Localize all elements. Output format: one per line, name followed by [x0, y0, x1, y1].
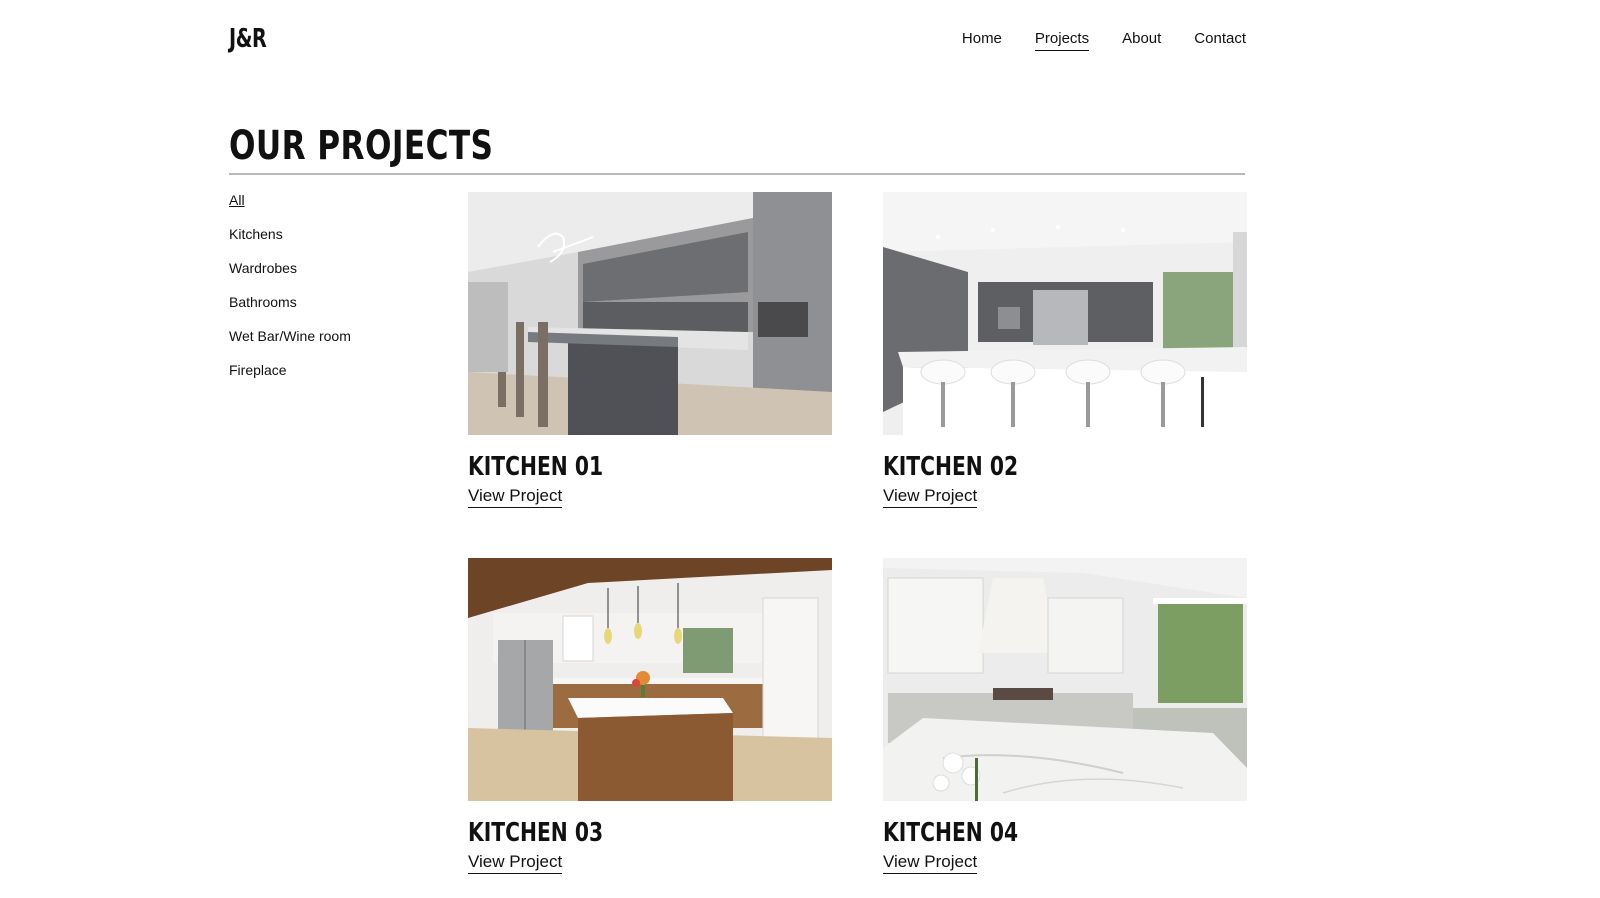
projects-page: J&R Home Projects About Contact OUR PROJ…	[0, 0, 1600, 898]
filter-kitchens[interactable]: Kitchens	[229, 224, 351, 244]
view-project-link[interactable]: View Project	[883, 485, 978, 508]
kitchen-04-photo[interactable]	[883, 558, 1247, 801]
main-nav: Home Projects About Contact	[962, 28, 1246, 51]
title-divider	[229, 173, 1245, 175]
nav-home[interactable]: Home	[962, 28, 1002, 51]
kitchen-01-photo[interactable]	[468, 192, 832, 435]
nav-projects[interactable]: Projects	[1034, 28, 1090, 51]
project-card-kitchen-02: KITCHEN 02 View Project	[883, 192, 1247, 508]
filter-wet-bar-wine-room[interactable]: Wet Bar/Wine room	[229, 326, 351, 346]
nav-about[interactable]: About	[1122, 28, 1161, 51]
view-project-link[interactable]: View Project	[468, 851, 563, 874]
filter-bathrooms[interactable]: Bathrooms	[229, 292, 351, 312]
project-title: KITCHEN 03	[468, 818, 604, 848]
kitchen-03-photo[interactable]	[468, 558, 832, 801]
kitchen-02-photo[interactable]	[883, 192, 1247, 435]
filter-all[interactable]: All	[229, 190, 351, 210]
nav-contact[interactable]: Contact	[1194, 28, 1246, 51]
filter-wardrobes[interactable]: Wardrobes	[229, 258, 351, 278]
project-card-kitchen-01: KITCHEN 01 View Project	[468, 192, 832, 508]
filter-fireplace[interactable]: Fireplace	[229, 360, 351, 380]
project-card-kitchen-04: KITCHEN 04 View Project	[883, 558, 1247, 874]
project-title: KITCHEN 04	[883, 818, 1019, 848]
project-title: KITCHEN 02	[883, 452, 1019, 482]
view-project-link[interactable]: View Project	[883, 851, 978, 874]
project-card-kitchen-03: KITCHEN 03 View Project	[468, 558, 832, 874]
site-logo[interactable]: J&R	[229, 24, 267, 54]
page-title: OUR PROJECTS	[229, 123, 494, 169]
view-project-link[interactable]: View Project	[468, 485, 563, 508]
category-filters: All Kitchens Wardrobes Bathrooms Wet Bar…	[229, 190, 351, 380]
project-title: KITCHEN 01	[468, 452, 604, 482]
